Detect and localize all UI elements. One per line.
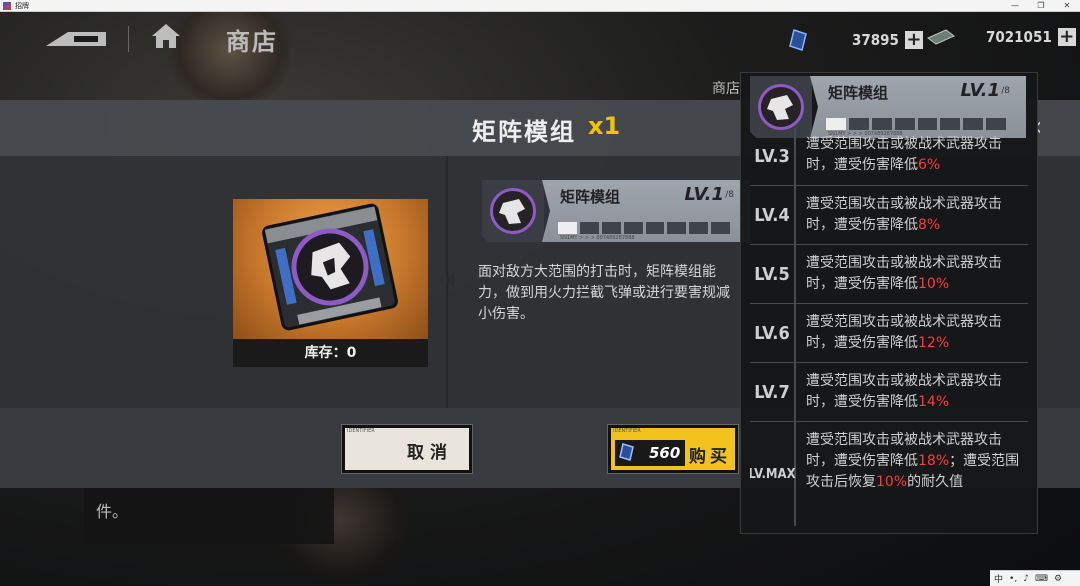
level-progress [558,222,730,234]
buy-price: 560 [649,444,681,462]
level-label: LV.6 [750,304,796,362]
level-segment [667,222,687,234]
level-row: LV.7 遭受范围攻击或被战术武器攻击时，遭受伤害降低14% [750,363,1028,422]
module-emblem-icon [758,84,804,130]
window-title: 招牌 [15,1,29,10]
level-segment [689,222,709,234]
level-segment [579,222,599,234]
add-crystal-button[interactable]: + [904,31,923,49]
page-title: 商店 [226,28,278,56]
level-effect-value: 12% [918,335,950,351]
level-label: LV.5 [750,245,796,303]
level-effect-value-2: 10% [876,474,908,490]
tooltip-module-name: 矩阵模组 [828,84,889,102]
mic-icon[interactable]: ♪ [1023,574,1029,584]
level-effect: 遭受范围攻击或被战术武器攻击时，遭受伤害降低14% [796,363,1028,421]
level-segment [558,222,577,234]
level-label: LV.4 [750,186,796,244]
level-effect: 遭受范围攻击或被战术武器攻击时，遭受伤害降低12% [796,304,1028,362]
game-screen: 招牌 — ❐ ✕ 商店 37895 + 7021051 + 商店 矩阵模组 x1… [0,0,1080,586]
app-icon [3,1,11,10]
module-card: 矩阵模组 LV.1 /8 SN1MY > > > 007489287888 [482,180,750,242]
level-segment [645,222,665,234]
level-label: LV.7 [750,363,796,421]
ime-icon[interactable]: 中 [994,572,1003,585]
level-effect-value: 6% [918,157,941,173]
level-effect-value: 18% [918,453,950,469]
level-effect-text: 遭受范围攻击或被战术武器攻击时，遭受伤害降低 [806,373,1002,410]
level-segment [623,222,643,234]
dialog-title: 矩阵模组 [472,118,576,146]
top-nav: 商店 37895 + 7021051 + [0,12,1080,62]
close-window-button[interactable]: ✕ [1052,0,1080,12]
level-list: LV.3 遭受范围攻击或被战术武器攻击时，遭受伤害降低6% LV.4 遭受范围攻… [750,128,1028,528]
level-label: LV.MAX [750,422,796,526]
crystal-amount: 37895 [852,31,899,49]
background-text-panel: 件。 [84,488,334,544]
nav-divider [128,26,129,52]
module-level: LV.1 [684,184,724,205]
punctuation-icon[interactable]: •, [1009,574,1017,584]
currency-crystal: 37895 + [786,28,923,52]
module-serial: SN1MY > > > 007489287888 [560,235,635,241]
level-effect-text: 遭受范围攻击或被战术武器攻击时，遭受伤害降低 [806,255,1002,292]
cancel-label: 取消 [407,443,453,463]
tooltip-module-level: LV.1 [960,80,1000,101]
item-description: 面对敌方大范围的打击时，矩阵模组能力，做到用火力拦截飞弹或进行要害规减小伤害。 [478,264,730,322]
level-segment [711,222,730,234]
back-icon[interactable] [44,26,108,50]
level-effect: 遭受范围攻击或被战术武器攻击时，遭受伤害降低18%；遭受范围攻击后恢复10%的耐… [796,422,1028,526]
shop-tab-label[interactable]: 商店 [712,78,740,98]
keyboard-icon[interactable]: ⌨ [1035,574,1048,584]
settings-icon[interactable]: ⚙ [1054,574,1062,584]
background-text: 件。 [96,502,129,521]
system-tray: 中 •, ♪ ⌨ ⚙ [990,570,1080,586]
button-tag: IDENTIFIER [613,428,641,434]
module-name: 矩阵模组 [560,188,621,206]
level-effect: 遭受范围攻击或被战术武器攻击时，遭受伤害降低6% [796,128,1028,185]
home-icon[interactable] [150,22,182,50]
module-level-max: /8 [725,190,734,200]
item-image [233,199,428,339]
level-effect-text-3: 的耐久值 [907,474,964,490]
module-emblem-icon [490,188,536,234]
level-effect-text: 遭受范围攻击或被战术武器攻击时，遭受伤害降低 [806,196,1002,233]
level-effect: 遭受范围攻击或被战术武器攻击时，遭受伤害降低10% [796,245,1028,303]
card-icon [927,29,955,45]
level-row: LV.6 遭受范围攻击或被战术武器攻击时，遭受伤害降低12% [750,304,1028,363]
crystal-icon [789,29,807,51]
level-label: LV.3 [750,128,796,185]
level-effect-value: 10% [918,276,950,292]
level-effect-value: 8% [918,217,941,233]
crystal-icon [619,443,634,461]
matrix-module-icon [262,203,398,331]
dialog-quantity: x1 [588,112,621,140]
window-titlebar: 招牌 — ❐ ✕ [0,0,1080,12]
buy-button[interactable]: IDENTIFIER 560 购买 [608,425,738,473]
tooltip-module-level-max: /8 [1001,86,1010,96]
button-tag: IDENTIFIER [347,428,375,434]
add-card-button[interactable]: + [1057,28,1076,46]
stock-count: 库存：0 [233,339,428,367]
pointer-arrow [446,272,454,288]
level-row: LV.4 遭受范围攻击或被战术武器攻击时，遭受伤害降低8% [750,186,1028,245]
level-effect-value: 14% [918,394,950,410]
buy-label: 购买 [689,447,731,467]
cancel-button[interactable]: IDENTIFIER 取消 [342,425,472,473]
level-effect-text: 遭受范围攻击或被战术武器攻击时，遭受伤害降低 [806,314,1002,351]
level-segment [601,222,621,234]
card-amount: 7021051 [986,28,1052,46]
level-row: LV.3 遭受范围攻击或被战术武器攻击时，遭受伤害降低6% [750,128,1028,186]
level-row-max: LV.MAX 遭受范围攻击或被战术武器攻击时，遭受伤害降低18%；遭受范围攻击后… [750,422,1028,526]
level-effect-text: 遭受范围攻击或被战术武器攻击时，遭受伤害降低 [806,136,1002,173]
level-row: LV.5 遭受范围攻击或被战术武器攻击时，遭受伤害降低10% [750,245,1028,304]
level-effect: 遭受范围攻击或被战术武器攻击时，遭受伤害降低8% [796,186,1028,244]
currency-card: 7021051 + [926,28,1076,46]
